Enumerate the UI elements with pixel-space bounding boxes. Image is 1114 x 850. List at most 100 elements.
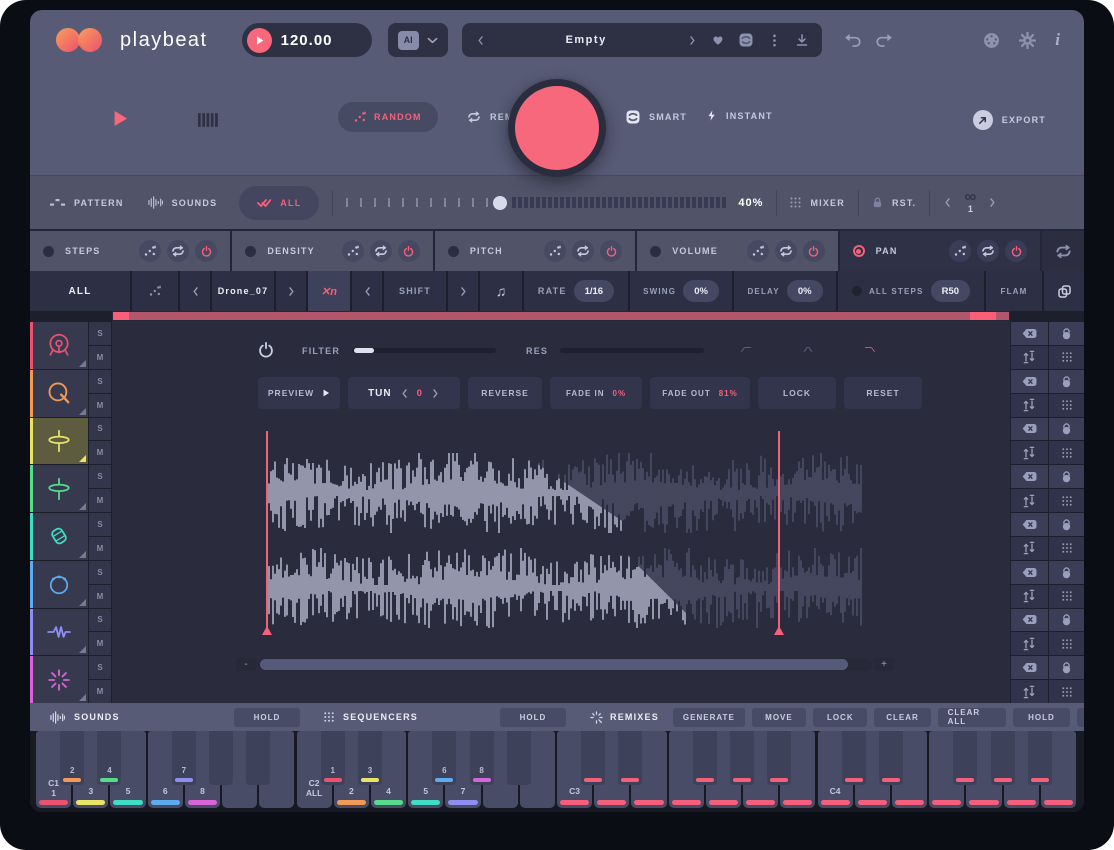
track-8-mute-button[interactable]: M	[89, 680, 111, 703]
black-key[interactable]	[730, 731, 754, 785]
undo-icon[interactable]	[844, 32, 861, 49]
track-drag-handle-icon[interactable]	[1049, 441, 1085, 464]
page-next-icon[interactable]	[988, 198, 997, 207]
shift-left-button[interactable]	[352, 271, 382, 311]
randomize-icon[interactable]	[949, 240, 971, 262]
clear-track-icon[interactable]	[1011, 561, 1048, 584]
reverse-button[interactable]: REVERSE	[468, 377, 542, 409]
preset-prev-icon[interactable]	[476, 36, 485, 45]
black-key[interactable]: 4	[97, 731, 121, 785]
sample-name[interactable]: Drone_07	[212, 271, 274, 311]
track-5-solo-button[interactable]: S	[89, 513, 111, 536]
sounds-tab[interactable]: SOUNDS	[148, 195, 218, 210]
fade-out-control[interactable]: FADE OUT 81%	[650, 377, 750, 409]
track-drag-handle-icon[interactable]	[1049, 537, 1085, 560]
clear-track-icon[interactable]	[1011, 418, 1048, 441]
copy-button[interactable]	[1044, 271, 1084, 311]
sounds-hold-button[interactable]: HOLD	[234, 708, 300, 727]
track-corner-handle[interactable]	[79, 408, 86, 415]
track-1-solo-button[interactable]: S	[89, 322, 111, 345]
track-6-solo-button[interactable]: S	[89, 561, 111, 584]
page-prev-icon[interactable]	[943, 198, 952, 207]
power-icon[interactable]	[1005, 240, 1027, 262]
black-key[interactable]	[209, 731, 233, 785]
track-mixer-icon[interactable]	[1011, 441, 1048, 464]
clear-track-icon[interactable]	[1011, 609, 1048, 632]
power-icon[interactable]	[195, 240, 217, 262]
tab-pan[interactable]: PAN	[840, 231, 1040, 271]
tune-control[interactable]: TUN 0	[348, 377, 460, 409]
track-corner-handle[interactable]	[79, 694, 86, 701]
track-corner-handle[interactable]	[79, 360, 86, 367]
delay-value[interactable]: 0%	[787, 280, 823, 302]
reset-icon[interactable]	[167, 240, 189, 262]
track-drag-handle-icon[interactable]	[1049, 346, 1085, 369]
track-8-solo-button[interactable]: S	[89, 656, 111, 679]
track-mixer-icon[interactable]	[1011, 680, 1048, 703]
track-6-tambourine[interactable]	[30, 561, 88, 608]
shift-right-button[interactable]	[448, 271, 478, 311]
sample-reset-button[interactable]: RESET	[844, 377, 922, 409]
sample-end-marker[interactable]	[778, 431, 780, 628]
remix-lock-button[interactable]: LOCK	[813, 708, 867, 727]
reset-lock-button[interactable]: RST.	[872, 197, 916, 208]
power-icon[interactable]	[600, 240, 622, 262]
track-8-burst[interactable]	[30, 656, 88, 703]
track-6-mute-button[interactable]: M	[89, 585, 111, 608]
zoom-in-button[interactable]: +	[874, 658, 894, 671]
swing-control[interactable]: SWING 0%	[630, 271, 732, 311]
fade-in-control[interactable]: FADE IN 0%	[550, 377, 642, 409]
reset-icon[interactable]	[775, 240, 797, 262]
sample-progress-bar[interactable]	[112, 311, 1010, 321]
infinity-symbol[interactable]: ∞	[964, 191, 976, 203]
info-icon[interactable]: i	[1055, 30, 1060, 50]
clear-track-icon[interactable]	[1011, 656, 1048, 679]
randomize-icon[interactable]	[544, 240, 566, 262]
main-trigger-button[interactable]	[508, 79, 606, 177]
scrollbar-rail[interactable]	[258, 658, 872, 671]
midi-icon[interactable]	[983, 32, 1000, 49]
track-5-shaker[interactable]	[30, 513, 88, 560]
clear-all-button[interactable]: CLEAR ALL	[938, 708, 1007, 727]
save-preset-icon[interactable]	[796, 34, 808, 46]
track-corner-handle[interactable]	[79, 455, 86, 462]
filter-slider[interactable]	[352, 348, 496, 353]
random-preset-icon[interactable]	[739, 33, 753, 47]
track-corner-handle[interactable]	[79, 503, 86, 510]
black-key[interactable]: 6	[432, 731, 456, 785]
track-corner-handle[interactable]	[79, 646, 86, 653]
track-mixer-icon[interactable]	[1011, 537, 1048, 560]
black-key[interactable]	[767, 731, 791, 785]
lock-track-icon[interactable]	[1049, 322, 1085, 345]
remix-hold-button[interactable]: HOLD	[1013, 708, 1069, 727]
preset-next-icon[interactable]	[688, 36, 697, 45]
track-all-button[interactable]: ALL	[30, 271, 130, 311]
track-mixer-icon[interactable]	[1011, 585, 1048, 608]
track-mixer-icon[interactable]	[1011, 394, 1048, 417]
track-5-mute-button[interactable]: M	[89, 537, 111, 560]
tab-volume[interactable]: VOLUME	[637, 231, 837, 271]
track-drag-handle-icon[interactable]	[1049, 680, 1085, 703]
track-1-mute-button[interactable]: M	[89, 346, 111, 369]
track-1-kick-drum[interactable]	[30, 322, 88, 369]
lock-track-icon[interactable]	[1049, 609, 1085, 632]
sequencers-hold-button[interactable]: HOLD	[500, 708, 566, 727]
ai-mode-dropdown[interactable]: AI	[388, 23, 448, 57]
track-3-mute-button[interactable]: M	[89, 441, 111, 464]
track-2-snare[interactable]	[30, 370, 88, 417]
tab-density[interactable]: DENSITY	[232, 231, 432, 271]
black-key[interactable]	[618, 731, 642, 785]
redo-icon[interactable]	[876, 32, 893, 49]
lock-track-icon[interactable]	[1049, 418, 1085, 441]
sample-next-button[interactable]	[276, 271, 306, 311]
randomize-icon[interactable]	[139, 240, 161, 262]
clear-track-icon[interactable]	[1011, 322, 1048, 345]
power-icon[interactable]	[398, 240, 420, 262]
track-7-solo-button[interactable]: S	[89, 609, 111, 632]
sample-start-handle[interactable]	[262, 626, 272, 635]
slider-knob[interactable]	[493, 196, 507, 210]
sample-prev-button[interactable]	[180, 271, 210, 311]
all-tracks-toggle[interactable]: ALL	[239, 186, 319, 220]
reset-icon[interactable]	[977, 240, 999, 262]
randomize-amount-slider[interactable]	[346, 198, 488, 207]
